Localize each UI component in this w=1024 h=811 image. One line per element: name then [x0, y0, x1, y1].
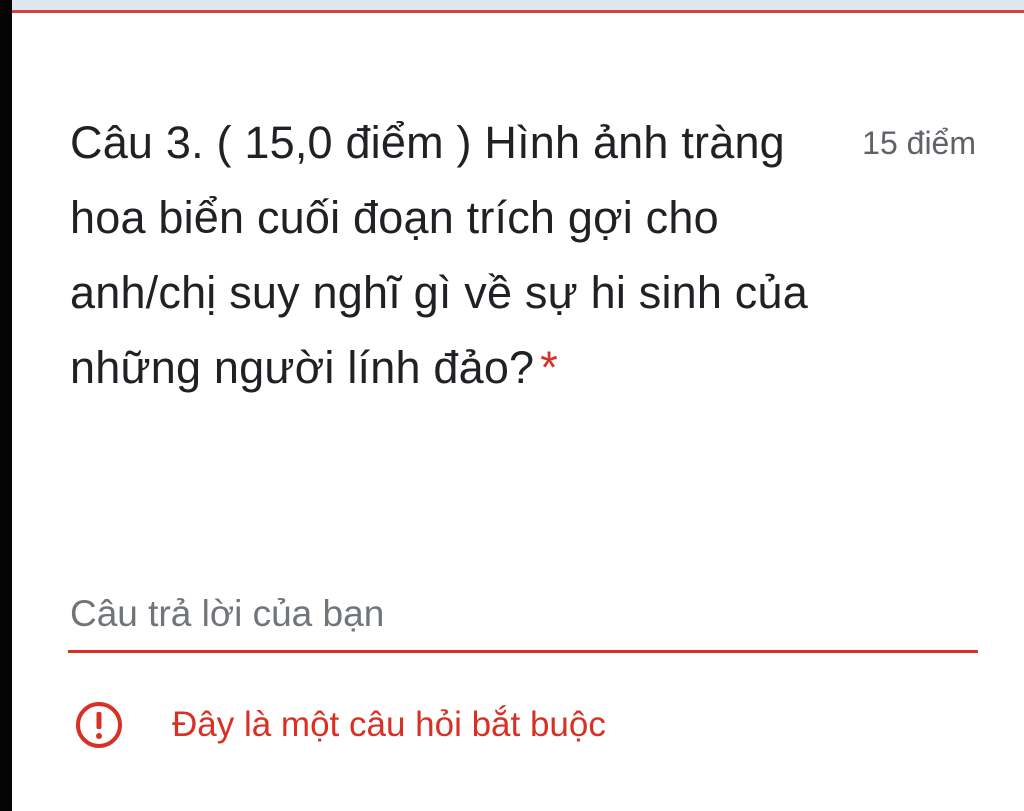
question-title-text: Câu 3. ( 15,0 điểm ) Hình ảnh tràng hoa … — [70, 117, 808, 393]
question-card: Câu 3. ( 15,0 điểm ) Hình ảnh tràng hoa … — [12, 10, 1024, 811]
validation-error: Đây là một câu hỏi bắt buộc — [74, 693, 606, 757]
error-message: Đây là một câu hỏi bắt buộc — [172, 705, 606, 744]
screen: Câu 3. ( 15,0 điểm ) Hình ảnh tràng hoa … — [0, 0, 1024, 811]
required-asterisk: * — [540, 342, 559, 393]
question-points: 15 điểm — [862, 125, 976, 161]
window-edge — [0, 0, 12, 811]
question-title: Câu 3. ( 15,0 điểm ) Hình ảnh tràng hoa … — [70, 105, 810, 405]
answer-input[interactable] — [68, 583, 978, 653]
error-circle-icon — [76, 702, 122, 748]
